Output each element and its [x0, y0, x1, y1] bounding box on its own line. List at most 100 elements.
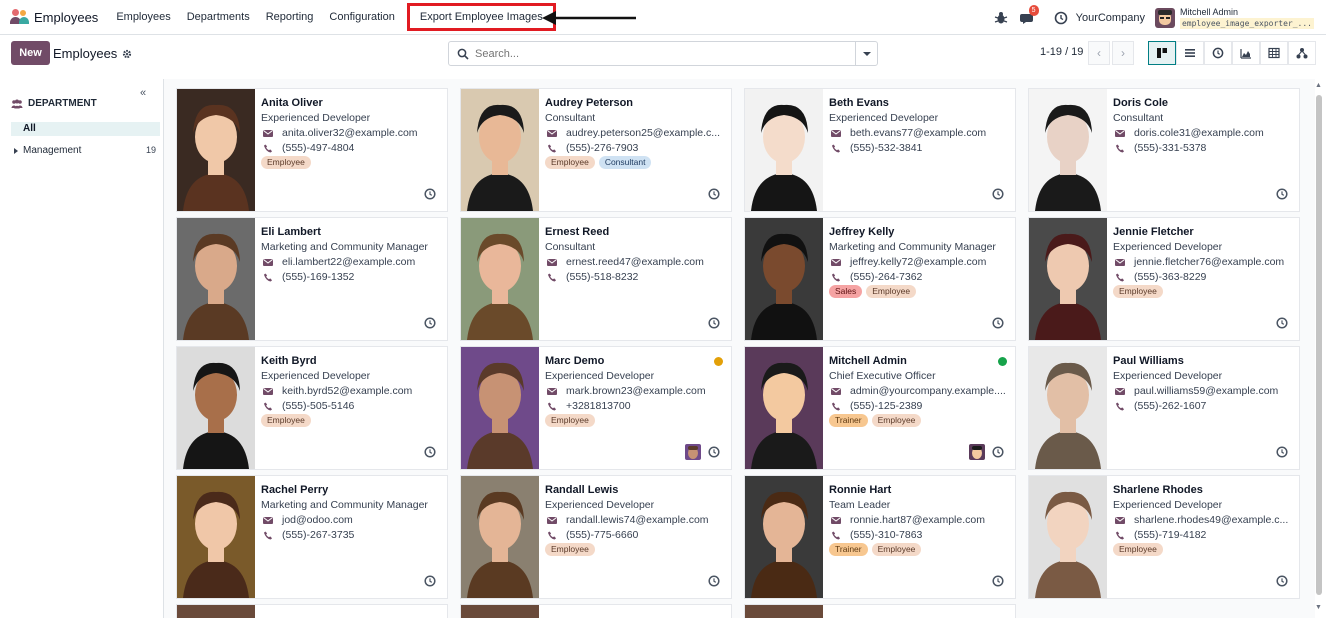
new-button[interactable]: New — [11, 41, 50, 65]
pager-value[interactable]: 1-19 / 19 — [1040, 46, 1083, 58]
employee-email[interactable]: jeffrey.kelly72@example.com — [850, 256, 986, 268]
employee-email[interactable]: ernest.reed47@example.com — [566, 256, 704, 268]
related-user-avatar[interactable] — [969, 444, 985, 460]
hierarchy-view-button[interactable] — [1288, 41, 1316, 65]
employee-card[interactable]: Ronnie Hart Team Leader ronnie.hart87@ex… — [744, 475, 1016, 599]
scroll-up-arrow-icon[interactable]: ▲ — [1315, 82, 1322, 89]
department-all[interactable]: All — [11, 122, 160, 136]
employee-phone[interactable]: (555)-518-8232 — [566, 271, 638, 283]
activity-clock-icon[interactable] — [1276, 317, 1288, 329]
employee-card[interactable]: Audrey Peterson Consultant audrey.peters… — [460, 88, 732, 212]
employee-email[interactable]: keith.byrd52@example.com — [282, 385, 412, 397]
activity-view-button[interactable] — [1204, 41, 1232, 65]
employee-email[interactable]: mark.brown23@example.com — [566, 385, 706, 397]
employee-card[interactable]: Sharlene Rhodes Experienced Developer sh… — [1028, 475, 1300, 599]
employee-card[interactable] — [176, 604, 448, 618]
employee-card[interactable]: Rachel Perry Marketing and Community Man… — [176, 475, 448, 599]
menu-configuration[interactable]: Configuration — [321, 0, 402, 35]
activity-clock-icon[interactable] — [708, 317, 720, 329]
activity-clock-icon[interactable] — [1054, 11, 1068, 25]
employee-email[interactable]: jod@odoo.com — [282, 514, 353, 526]
list-view-button[interactable] — [1176, 41, 1204, 65]
employee-card[interactable]: Beth Evans Experienced Developer beth.ev… — [744, 88, 1016, 212]
employee-email[interactable]: paul.williams59@example.com — [1134, 385, 1278, 397]
employee-phone[interactable]: (555)-719-4182 — [1134, 529, 1206, 541]
employee-card[interactable]: Mitchell Admin Chief Executive Officer a… — [744, 346, 1016, 470]
activity-clock-icon[interactable] — [1276, 575, 1288, 587]
menu-reporting[interactable]: Reporting — [258, 0, 322, 35]
activity-clock-icon[interactable] — [424, 188, 436, 200]
employee-phone[interactable]: (555)-276-7903 — [566, 142, 638, 154]
employee-email[interactable]: admin@yourcompany.example.... — [850, 385, 1006, 397]
employee-card[interactable]: Randall Lewis Experienced Developer rand… — [460, 475, 732, 599]
employee-email[interactable]: ronnie.hart87@example.com — [850, 514, 985, 526]
graph-view-button[interactable] — [1232, 41, 1260, 65]
menu-departments[interactable]: Departments — [179, 0, 258, 35]
activity-clock-icon[interactable] — [424, 317, 436, 329]
activity-clock-icon[interactable] — [424, 575, 436, 587]
employee-phone[interactable]: (555)-497-4804 — [282, 142, 354, 154]
activity-clock-icon[interactable] — [992, 575, 1004, 587]
employee-phone[interactable]: (555)-262-1607 — [1134, 400, 1206, 412]
scroll-down-arrow-icon[interactable]: ▼ — [1315, 604, 1322, 611]
employee-card[interactable]: Keith Byrd Experienced Developer keith.b… — [176, 346, 448, 470]
app-brand[interactable]: Employees — [10, 9, 98, 25]
activity-clock-icon[interactable] — [708, 446, 720, 458]
employee-card[interactable]: Paul Williams Experienced Developer paul… — [1028, 346, 1300, 470]
employee-phone[interactable]: (555)-264-7362 — [850, 271, 922, 283]
employee-phone[interactable]: (555)-363-8229 — [1134, 271, 1206, 283]
activity-clock-icon[interactable] — [708, 188, 720, 200]
related-user-avatar[interactable] — [685, 444, 701, 460]
pivot-view-button[interactable] — [1260, 41, 1288, 65]
employee-phone[interactable]: (555)-775-6660 — [566, 529, 638, 541]
menu-employees[interactable]: Employees — [108, 0, 178, 35]
employee-email[interactable]: sharlene.rhodes49@example.c... — [1134, 514, 1288, 526]
activity-clock-icon[interactable] — [992, 446, 1004, 458]
employee-phone[interactable]: (555)-532-3841 — [850, 142, 922, 154]
activity-clock-icon[interactable] — [708, 575, 720, 587]
employee-card[interactable]: Marc Demo Experienced Developer mark.bro… — [460, 346, 732, 470]
messages-icon[interactable]: 5 — [1019, 4, 1039, 25]
employee-phone[interactable]: (555)-310-7863 — [850, 529, 922, 541]
activity-clock-icon[interactable] — [992, 317, 1004, 329]
pager-next-button[interactable]: › — [1112, 41, 1134, 65]
employee-card[interactable]: Doris Cole Consultant doris.cole31@examp… — [1028, 88, 1300, 212]
kanban-view-button[interactable] — [1148, 41, 1176, 65]
employee-phone[interactable]: (555)-169-1352 — [282, 271, 354, 283]
user-menu[interactable]: Mitchell Admin employee_image_exporter_.… — [1179, 7, 1314, 29]
activity-clock-icon[interactable] — [992, 188, 1004, 200]
bug-icon[interactable] — [994, 11, 1008, 25]
employee-email[interactable]: beth.evans77@example.com — [850, 127, 986, 139]
employee-card[interactable]: Eli Lambert Marketing and Community Mana… — [176, 217, 448, 341]
gear-icon[interactable] — [122, 49, 132, 59]
collapse-sidebar-icon[interactable]: « — [140, 87, 146, 99]
employee-phone[interactable]: +3281813700 — [566, 400, 631, 412]
employee-card[interactable]: Ernest Reed Consultant ernest.reed47@exa… — [460, 217, 732, 341]
search-options-toggle[interactable] — [855, 42, 877, 65]
activity-clock-icon[interactable] — [424, 446, 436, 458]
employee-card[interactable]: Jeffrey Kelly Marketing and Community Ma… — [744, 217, 1016, 341]
user-avatar[interactable] — [1154, 7, 1175, 28]
employee-card[interactable] — [744, 604, 1016, 618]
employee-email[interactable]: audrey.peterson25@example.c... — [566, 127, 720, 139]
employee-email[interactable]: eli.lambert22@example.com — [282, 256, 415, 268]
search-input[interactable] — [475, 47, 855, 60]
company-switcher[interactable]: YourCompany — [1076, 12, 1145, 24]
activity-clock-icon[interactable] — [1276, 446, 1288, 458]
caret-right-icon[interactable] — [14, 148, 18, 154]
employee-email[interactable]: anita.oliver32@example.com — [282, 127, 418, 139]
department-item-management[interactable]: Management 19 — [14, 145, 156, 156]
employee-card[interactable]: Jennie Fletcher Experienced Developer je… — [1028, 217, 1300, 341]
employee-card[interactable]: Anita Oliver Experienced Developer anita… — [176, 88, 448, 212]
employee-phone[interactable]: (555)-267-3735 — [282, 529, 354, 541]
employee-email[interactable]: doris.cole31@example.com — [1134, 127, 1264, 139]
employee-phone[interactable]: (555)-505-5146 — [282, 400, 354, 412]
employee-email[interactable]: randall.lewis74@example.com — [566, 514, 709, 526]
scrollbar-thumb[interactable] — [1316, 95, 1322, 595]
employee-email[interactable]: jennie.fletcher76@example.com — [1134, 256, 1284, 268]
employee-phone[interactable]: (555)-331-5378 — [1134, 142, 1206, 154]
menu-export-employee-images[interactable]: Export Employee Images — [406, 3, 556, 31]
employee-phone[interactable]: (555)-125-2389 — [850, 400, 922, 412]
activity-clock-icon[interactable] — [1276, 188, 1288, 200]
employee-card[interactable] — [460, 604, 732, 618]
